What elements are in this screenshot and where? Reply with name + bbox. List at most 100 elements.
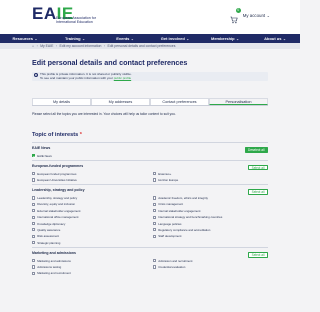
checkbox-unchecked[interactable] bbox=[153, 228, 157, 232]
nav-item-events[interactable]: Events ⌄ bbox=[100, 34, 150, 43]
checkbox-unchecked[interactable] bbox=[153, 171, 157, 176]
topic-checkbox-label: Academic freedom, ethics and integrity bbox=[158, 195, 208, 200]
topic-checkbox-label: Regulatory compliance and accreditation bbox=[158, 227, 211, 232]
topic-checkbox-item[interactable]: Regulatory compliance and accreditation bbox=[153, 228, 268, 233]
topic-checkbox-item[interactable]: Staff development bbox=[153, 234, 268, 239]
topic-checkbox-label: Admissions testing bbox=[37, 265, 62, 270]
cart-count-badge: 0 bbox=[235, 8, 241, 13]
topic-checkbox-item[interactable]: Admissions testing bbox=[32, 265, 147, 270]
topic-checkbox-item[interactable]: Language policies bbox=[153, 221, 268, 226]
checkbox-unchecked[interactable] bbox=[32, 209, 36, 213]
topic-group-title: Leadership, strategy and policy bbox=[32, 188, 85, 193]
topic-checkbox-item[interactable]: Diversity, equity and inclusion bbox=[32, 202, 147, 207]
topic-checkbox-label: Strategic planning bbox=[37, 240, 61, 245]
checkbox-unchecked[interactable] bbox=[32, 271, 36, 276]
breadcrumb-item[interactable]: Edit my account information bbox=[60, 44, 102, 48]
nav-item-get-involved[interactable]: Get involved ⌄ bbox=[150, 34, 200, 43]
topic-checkbox-label: International strategy and benchmarking … bbox=[158, 215, 223, 220]
topics-heading: Topic of interests * bbox=[32, 132, 82, 138]
topic-checkbox-label: Quality assurance bbox=[37, 227, 61, 232]
public-profile-link[interactable]: public profile bbox=[114, 76, 131, 80]
cart-icon[interactable]: 0 bbox=[230, 8, 241, 24]
topic-checkbox-item[interactable]: Erasmus+ bbox=[153, 171, 268, 176]
topic-checkbox-item[interactable]: Marketing and admissions bbox=[32, 258, 147, 263]
main-nav: Resources ⌄ Training ⌄ Events ⌄ Get involve… bbox=[0, 34, 300, 43]
site-header: EAIE European Association for Internatio… bbox=[0, 0, 300, 34]
select-all-button[interactable]: Select all bbox=[248, 252, 268, 258]
checkbox-unchecked[interactable] bbox=[32, 215, 36, 219]
select-all-button[interactable]: Select all bbox=[248, 164, 268, 171]
nav-item-membership[interactable]: Membership ⌄ bbox=[200, 34, 250, 43]
checkbox-unchecked[interactable] bbox=[32, 196, 36, 200]
topic-checkbox-item[interactable]: European Universities Initiative bbox=[32, 178, 147, 183]
topic-checkbox-item[interactable]: Knowledge diplomacy bbox=[32, 221, 147, 226]
topic-checkbox-item[interactable]: Credential evaluation bbox=[153, 265, 268, 270]
checkbox-unchecked[interactable] bbox=[32, 259, 36, 263]
topic-checkbox-item[interactable]: Crisis management bbox=[153, 202, 268, 207]
notice-text: This profile is private information. It … bbox=[40, 72, 132, 80]
topic-groups: EAIE News Deselect all EAIE News European-f… bbox=[32, 142, 268, 278]
chevron-down-icon: ⌄ bbox=[282, 36, 286, 41]
topic-checkbox-item[interactable]: International strategy and benchmarking … bbox=[153, 215, 268, 220]
topic-checkbox-item[interactable]: External stakeholder engagement bbox=[32, 208, 147, 213]
checkbox-unchecked[interactable] bbox=[32, 221, 36, 226]
checkbox-checked[interactable] bbox=[32, 153, 36, 158]
tab-contact-preferences[interactable]: Contact preferences bbox=[150, 98, 209, 105]
topic-checkbox-item[interactable]: EAIE News bbox=[32, 153, 147, 158]
topic-checkbox-list: EAIE News bbox=[32, 153, 268, 158]
topic-checkbox-label: European Universities Initiative bbox=[37, 177, 77, 182]
checkbox-unchecked[interactable] bbox=[153, 221, 157, 226]
topic-checkbox-item[interactable]: Marketing and recruitment bbox=[32, 271, 147, 276]
topic-checkbox-label: Horizon Europe bbox=[158, 177, 179, 182]
required-marker: * bbox=[79, 132, 82, 138]
topic-checkbox-item[interactable]: Quality assurance bbox=[32, 228, 147, 233]
topic-checkbox-item[interactable]: Risk assessment bbox=[32, 234, 147, 239]
checkbox-unchecked[interactable] bbox=[153, 178, 157, 182]
tab-personalisation[interactable]: Personalisation bbox=[209, 98, 268, 105]
nav-item-training[interactable]: Training ⌄ bbox=[50, 34, 100, 43]
breadcrumb-separator: › bbox=[55, 44, 58, 48]
topic-checkbox-item[interactable]: International office management bbox=[32, 215, 147, 220]
topic-checkbox-label: Erasmus+ bbox=[158, 171, 172, 176]
topic-checkbox-item[interactable]: Strategic planning bbox=[32, 240, 147, 245]
page-title: Edit personal details and contact prefer… bbox=[32, 58, 188, 67]
topic-group-title: Marketing and admissions bbox=[32, 251, 76, 256]
select-all-button[interactable]: Select all bbox=[248, 189, 268, 195]
topic-group: European-funded programmes Select all Euro… bbox=[32, 159, 268, 184]
home-icon[interactable]: ⌂ bbox=[32, 44, 34, 48]
my-account-menu[interactable]: My account ⌄ bbox=[243, 13, 270, 18]
checkbox-unchecked[interactable] bbox=[32, 178, 36, 182]
chevron-down-icon: ⌄ bbox=[82, 36, 85, 41]
nav-item-resources[interactable]: Resources ⌄ bbox=[0, 34, 50, 43]
checkbox-unchecked[interactable] bbox=[32, 265, 36, 269]
privacy-notice: i This profile is private information. I… bbox=[32, 72, 268, 81]
topic-checkbox-item[interactable]: European funded programmes bbox=[32, 171, 147, 176]
breadcrumb-item[interactable]: My EAIE bbox=[40, 44, 53, 48]
topic-checkbox-item[interactable]: Internal stakeholder engagement bbox=[153, 208, 268, 213]
checkbox-unchecked[interactable] bbox=[153, 265, 157, 269]
topic-checkbox-item[interactable]: Horizon Europe bbox=[153, 178, 268, 183]
info-icon: i bbox=[34, 73, 38, 78]
topic-checkbox-item[interactable]: Academic freedom, ethics and integrity bbox=[153, 196, 268, 201]
topic-checkbox-item[interactable]: Admission and recruitment bbox=[153, 258, 268, 263]
checkbox-unchecked[interactable] bbox=[153, 215, 157, 219]
checkbox-unchecked[interactable] bbox=[153, 196, 157, 200]
checkbox-unchecked[interactable] bbox=[153, 234, 157, 238]
checkbox-unchecked[interactable] bbox=[32, 241, 36, 245]
tab-my-details[interactable]: My details bbox=[32, 98, 91, 105]
nav-item-about-us[interactable]: About us ⌄ bbox=[250, 34, 300, 43]
topic-checkbox-item[interactable]: Leadership, strategy and policy bbox=[32, 196, 147, 201]
chevron-down-icon: ⌄ bbox=[266, 12, 270, 18]
select-topics-note: Please select all the topics you are int… bbox=[32, 112, 176, 116]
checkbox-unchecked[interactable] bbox=[32, 228, 36, 232]
checkbox-unchecked[interactable] bbox=[153, 202, 157, 206]
checkbox-unchecked[interactable] bbox=[32, 202, 36, 206]
checkbox-unchecked[interactable] bbox=[153, 259, 157, 263]
checkbox-unchecked[interactable] bbox=[32, 171, 36, 176]
checkbox-unchecked[interactable] bbox=[32, 234, 36, 238]
checkbox-unchecked[interactable] bbox=[153, 209, 157, 213]
chevron-down-icon: ⌄ bbox=[130, 36, 134, 41]
tab-my-addresses[interactable]: My addresses bbox=[91, 98, 150, 105]
deselect-all-button[interactable]: Deselect all bbox=[244, 147, 268, 153]
header-actions: 0 My account ⌄ bbox=[230, 8, 270, 24]
